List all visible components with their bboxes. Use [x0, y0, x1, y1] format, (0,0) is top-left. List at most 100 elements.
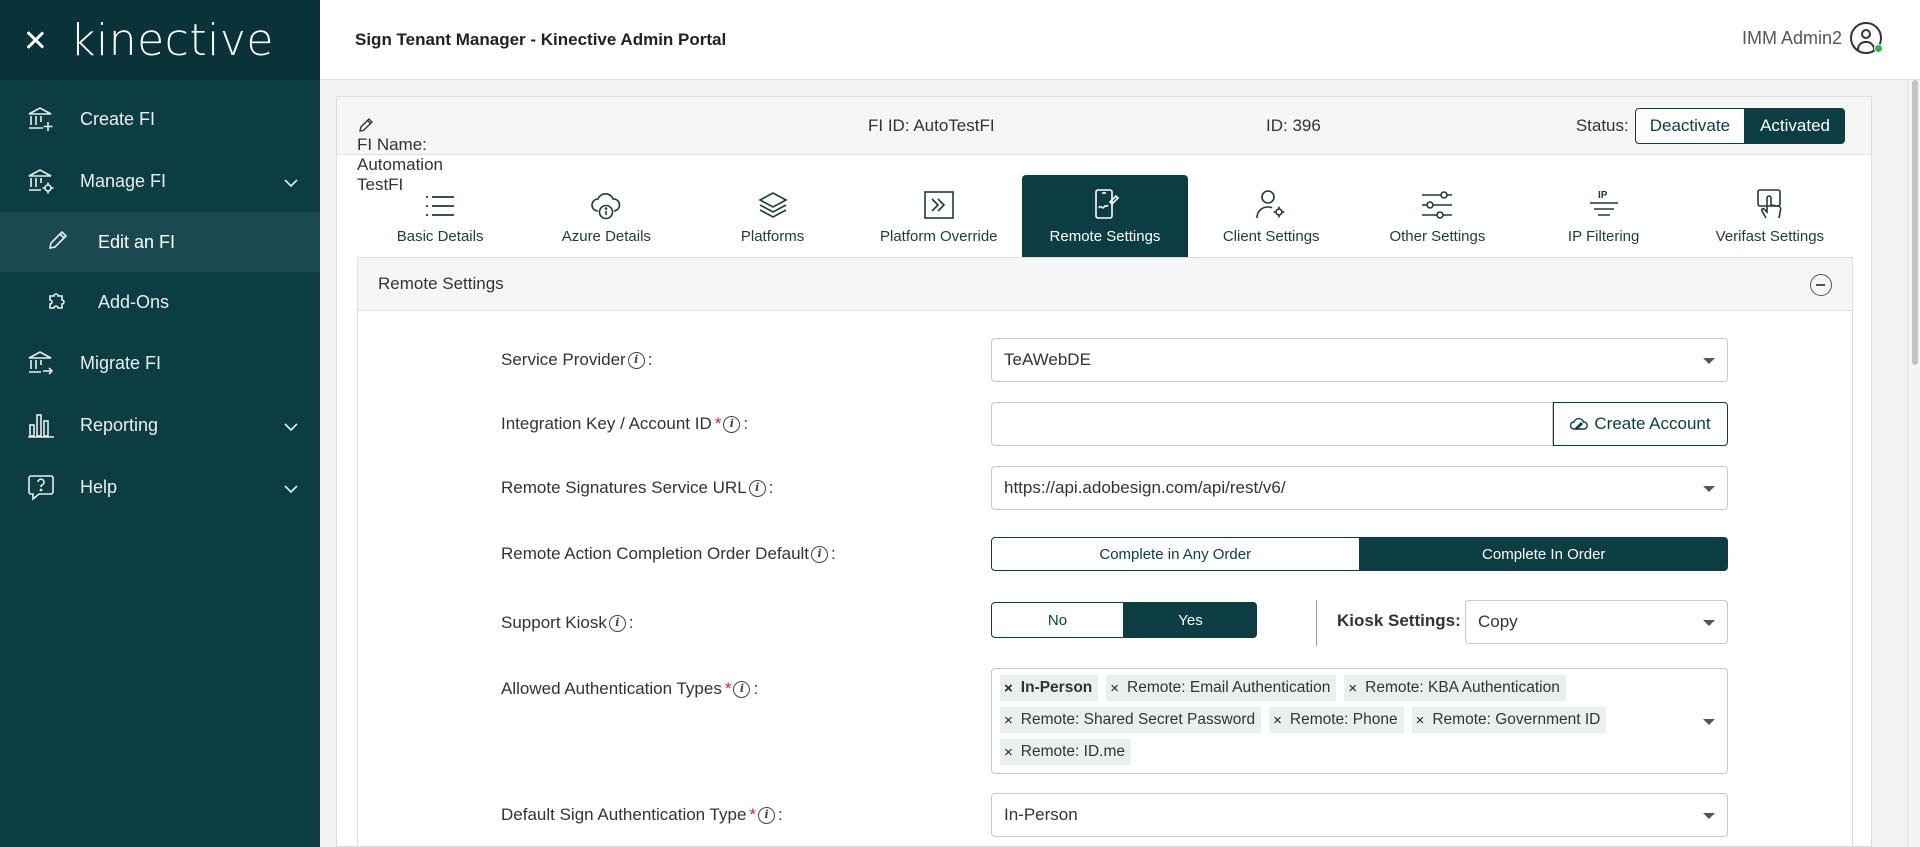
kiosk-no-option[interactable]: No [991, 602, 1124, 638]
fi-info-bar: FI Name: Automation TestFI FI ID: AutoTe… [337, 97, 1871, 194]
remote-settings-panel: Remote Settings Service Provider i : TeA… [357, 257, 1853, 847]
service-url-select[interactable]: https://api.adobesign.com/api/rest/v6/ [991, 466, 1728, 510]
sidebar-item-label: Help [80, 476, 118, 497]
info-icon[interactable]: i [758, 806, 776, 824]
info-icon[interactable]: i [748, 479, 766, 497]
tab-label: IP Filtering [1567, 228, 1640, 245]
user-menu[interactable]: IMM Admin2 [1742, 22, 1883, 54]
create-account-label: Create Account [1594, 414, 1711, 433]
cloud-info-icon [591, 193, 621, 220]
chip-remove-icon[interactable]: × [1348, 680, 1357, 697]
avatar-icon [1850, 22, 1883, 54]
status-toggle: Status: Deactivate Activated [1576, 108, 1845, 144]
sidebar-item-edit-fi[interactable]: Edit an FI [0, 212, 320, 272]
tab-azure-details[interactable]: Azure Details [523, 175, 689, 257]
tab-label: Remote Settings [1049, 228, 1161, 245]
tab-ip-filtering[interactable]: IP IP Filtering [1521, 175, 1687, 257]
caret-down-icon [1703, 719, 1715, 725]
sidebar-item-reporting[interactable]: Reporting [0, 394, 320, 456]
chip-remove-icon[interactable]: × [1004, 712, 1013, 729]
sidebar-item-create-fi[interactable]: Create FI [0, 88, 320, 150]
fi-id: FI ID: AutoTestFI [868, 116, 995, 135]
sidebar-item-label: Manage FI [80, 170, 167, 191]
info-icon[interactable]: i [627, 351, 645, 369]
chip-label: Remote: ID.me [1020, 743, 1125, 760]
collapse-icon[interactable] [1810, 274, 1832, 296]
default-auth-label: Default Sign Authentication Type * i : [501, 805, 783, 825]
caret-down-icon [1703, 486, 1715, 492]
edit-icon[interactable] [357, 116, 375, 134]
arrow-in-box-icon [923, 191, 954, 219]
sidebar-item-manage-fi[interactable]: Manage FI [0, 150, 320, 212]
sidebar-item-label: Add-Ons [98, 291, 170, 312]
close-icon[interactable] [22, 27, 48, 53]
integration-key-label: Integration Key / Account ID * i : [501, 414, 748, 434]
svg-text:IP: IP [1598, 190, 1608, 201]
deactivate-button[interactable]: Deactivate [1634, 108, 1746, 144]
info-icon[interactable]: i [811, 545, 829, 563]
tab-verifast-settings[interactable]: Verifast Settings [1687, 175, 1853, 257]
chip-remove-icon[interactable]: × [1416, 712, 1425, 729]
activated-button[interactable]: Activated [1745, 108, 1845, 144]
sidebar-item-label: Create FI [80, 108, 156, 129]
chip: × Remote: ID.me [1000, 739, 1131, 765]
tab-client-settings[interactable]: Client Settings [1188, 175, 1354, 257]
caret-down-icon [1703, 620, 1715, 626]
tab-label: Other Settings [1389, 228, 1486, 245]
kiosk-settings-select[interactable]: Copy [1465, 600, 1728, 644]
page-scrollbar[interactable] [1908, 80, 1920, 847]
chip-remove-icon[interactable]: × [1004, 680, 1013, 697]
field-label-text: Service Provider [501, 350, 626, 369]
chip-remove-icon[interactable]: × [1110, 680, 1119, 697]
tab-other-settings[interactable]: Other Settings [1354, 175, 1520, 257]
tab-remote-settings[interactable]: Remote Settings [1021, 175, 1189, 257]
bar-chart-icon [26, 410, 56, 440]
sidebar-item-label: Migrate FI [80, 352, 162, 373]
chip-list: × In-Person × Remote: Email Authentication… [1000, 675, 1687, 765]
integration-key-input[interactable] [991, 402, 1553, 446]
field-label-text: Support Kiosk [501, 613, 607, 632]
status-label: Status: [1575, 116, 1629, 135]
sidebar-item-add-ons[interactable]: Add-Ons [0, 272, 320, 332]
service-provider-select[interactable]: TeAWebDE [991, 338, 1728, 382]
chip-remove-icon[interactable]: × [1004, 744, 1013, 761]
main-content: FI Name: Automation TestFI FI ID: AutoTe… [336, 96, 1872, 847]
field-label-text: Integration Key / Account ID [501, 414, 712, 433]
top-header: Sign Tenant Manager - Kinective Admin Po… [320, 0, 1920, 80]
chip-label: Remote: KBA Authentication [1365, 679, 1560, 696]
chip-label: Remote: Government ID [1432, 711, 1601, 728]
tab-platforms[interactable]: Platforms [689, 175, 855, 257]
panel-header: Remote Settings [358, 258, 1852, 311]
sidebar-item-help[interactable]: Help [0, 456, 320, 518]
page-title: Sign Tenant Manager - Kinective Admin Po… [355, 30, 727, 49]
create-account-button[interactable]: Create Account [1553, 402, 1728, 446]
label-colon: : [778, 805, 783, 824]
field-label-text: Remote Signatures Service URL [501, 478, 747, 497]
complete-any-order-option[interactable]: Complete in Any Order [991, 537, 1360, 571]
tab-platform-override[interactable]: Platform Override [856, 175, 1022, 257]
select-value: In-Person [1004, 805, 1078, 824]
info-icon[interactable]: i [733, 680, 751, 698]
panel-title: Remote Settings [378, 274, 504, 293]
kiosk-yes-option[interactable]: Yes [1124, 602, 1257, 638]
service-url-label: Remote Signatures Service URL i : [501, 478, 773, 498]
default-auth-select[interactable]: In-Person [991, 793, 1728, 837]
chip-remove-icon[interactable]: × [1273, 712, 1282, 729]
completion-order-toggle: Complete in Any Order Complete In Order [991, 537, 1728, 571]
tab-label: Platform Override [879, 228, 998, 245]
label-colon: : [831, 544, 836, 563]
info-icon[interactable]: i [608, 614, 626, 632]
label-colon: : [647, 350, 653, 369]
chip-label: Remote: Email Authentication [1127, 679, 1331, 696]
tab-label: Client Settings [1222, 228, 1320, 245]
tab-basic-details[interactable]: Basic Details [357, 175, 523, 257]
info-icon[interactable]: i [723, 415, 741, 433]
chip: × Remote: Shared Secret Password [1000, 707, 1262, 733]
chevron-down-icon [284, 478, 298, 499]
sidebar-item-migrate-fi[interactable]: Migrate FI [0, 332, 320, 394]
scrollbar-thumb[interactable] [1912, 80, 1918, 365]
chip: × Remote: Phone [1269, 707, 1404, 733]
auth-types-multiselect[interactable]: × In-Person × Remote: Email Authentication… [991, 668, 1728, 774]
chip: × In-Person [1000, 675, 1099, 701]
complete-in-order-option[interactable]: Complete In Order [1359, 537, 1728, 571]
